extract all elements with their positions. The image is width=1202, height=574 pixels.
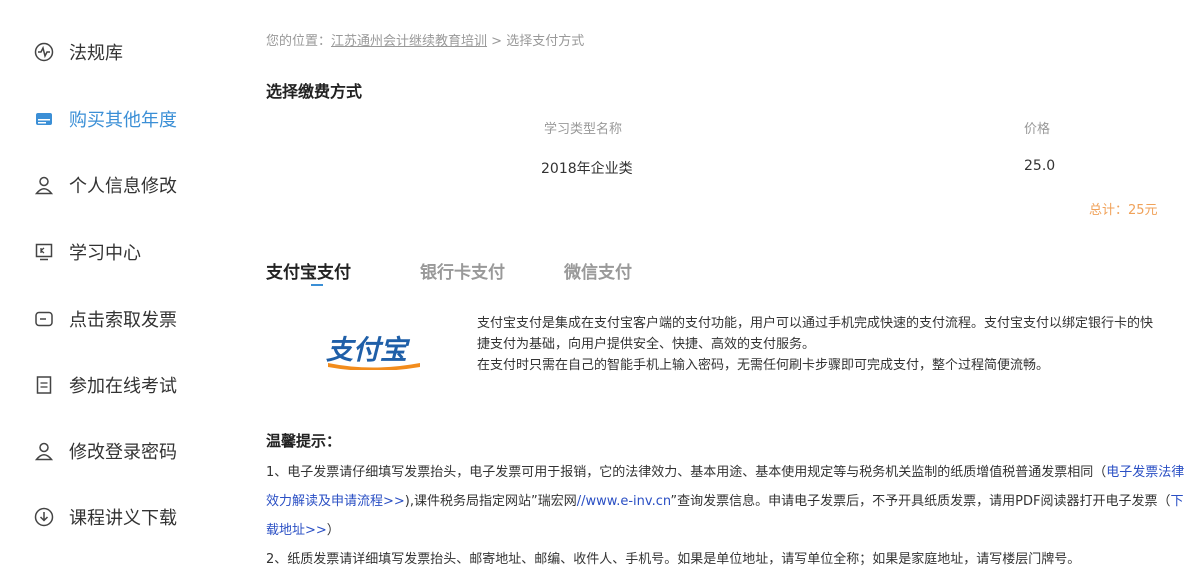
sidebar-item-label: 课程讲义下载: [69, 508, 177, 529]
tip-1-text-c: ”查询发票信息。申请电子发票后，不予开具纸质发票，请用PDF阅读器打开电子发票（: [670, 494, 1171, 509]
sidebar-item-online-exam[interactable]: 参加在线考试: [33, 365, 177, 405]
tab-alipay[interactable]: 支付宝支付: [266, 258, 351, 283]
pulse-icon: [33, 41, 55, 63]
card-icon: [33, 108, 55, 130]
breadcrumb-link[interactable]: 江苏通州会计继续教育培训: [331, 34, 487, 49]
breadcrumb-separator: >: [487, 34, 507, 49]
sidebar-item-change-password[interactable]: 修改登录密码: [33, 431, 177, 471]
breadcrumb-current: 选择支付方式: [506, 34, 585, 49]
download-icon: [33, 506, 55, 528]
alipay-description-1: 支付宝支付是集成在支付宝客户端的支付功能，用户可以通过手机完成快速的支付流程。支…: [477, 316, 1154, 352]
tip-1-text-a: 1、电子发票请仔细填写发票抬头，电子发票可用于报销，它的法律效力、基本用途、基本…: [266, 465, 1107, 480]
breadcrumb-prefix: 您的位置：: [266, 34, 332, 49]
tips-title: 温馨提示：: [266, 432, 342, 450]
sidebar-item-label: 修改登录密码: [69, 442, 177, 463]
sidebar-item-invoice[interactable]: 点击索取发票: [33, 299, 177, 339]
sidebar-item-label: 参加在线考试: [69, 376, 177, 397]
sidebar-item-regulations[interactable]: 法规库: [33, 32, 123, 72]
tab-wechat-pay[interactable]: 微信支付: [564, 258, 632, 283]
column-header-name: 学习类型名称: [544, 122, 623, 137]
sidebar-item-label: 法规库: [69, 43, 123, 64]
tip-1: 1、电子发票请仔细填写发票抬头，电子发票可用于报销，它的法律效力、基本用途、基本…: [266, 458, 1186, 545]
sidebar-item-label: 个人信息修改: [69, 176, 177, 197]
row-course-name: 2018年企业类: [541, 161, 633, 177]
active-tab-indicator: [311, 284, 323, 286]
user-icon: [33, 174, 55, 196]
tip-1-text-b: ),课件税务局指定网站”瑞宏网: [404, 494, 577, 509]
section-title: 选择缴费方式: [266, 82, 363, 101]
sidebar-item-profile[interactable]: 个人信息修改: [33, 165, 177, 205]
tip-1-text-d: ）: [326, 523, 340, 538]
sidebar-item-label: 点击索取发票: [69, 310, 177, 331]
alipay-description-2: 在支付时只需在自己的智能手机上输入密码，无需任何刷卡步骤即可完成支付，整个过程简…: [477, 358, 1050, 373]
monitor-icon: [33, 241, 55, 263]
column-header-price: 价格: [1024, 122, 1051, 137]
breadcrumb: 您的位置：江苏通州会计继续教育培训 > 选择支付方式: [266, 30, 584, 49]
sidebar-item-label: 购买其他年度: [69, 110, 177, 131]
tab-bank-card[interactable]: 银行卡支付: [420, 258, 505, 283]
row-course-price: 25.0: [1024, 158, 1056, 174]
invoice-icon: [33, 308, 55, 330]
sidebar: 法规库 购买其他年度 个人信息修改 学习中心 点击索取发票 参加在线考试 修改登…: [0, 0, 230, 570]
sidebar-item-label: 学习中心: [69, 243, 141, 264]
alipay-description: 支付宝支付是集成在支付宝客户端的支付功能，用户可以通过手机完成快速的支付流程。支…: [477, 313, 1157, 376]
tips-content: 1、电子发票请仔细填写发票抬头，电子发票可用于报销，它的法律效力、基本用途、基本…: [266, 458, 1186, 574]
alipay-logo: 支付宝: [322, 330, 426, 371]
sidebar-item-learning-center[interactable]: 学习中心: [33, 232, 141, 272]
exam-icon: [33, 374, 55, 396]
sidebar-item-course-download[interactable]: 课程讲义下载: [33, 497, 177, 537]
einv-website-link[interactable]: //www.e-inv.cn: [577, 494, 671, 509]
alipay-logo-text: 支付宝: [326, 335, 411, 366]
total-amount: 总计：25元: [1089, 203, 1158, 218]
sidebar-item-buy-other-year[interactable]: 购买其他年度: [33, 99, 177, 139]
user-icon: [33, 440, 55, 462]
